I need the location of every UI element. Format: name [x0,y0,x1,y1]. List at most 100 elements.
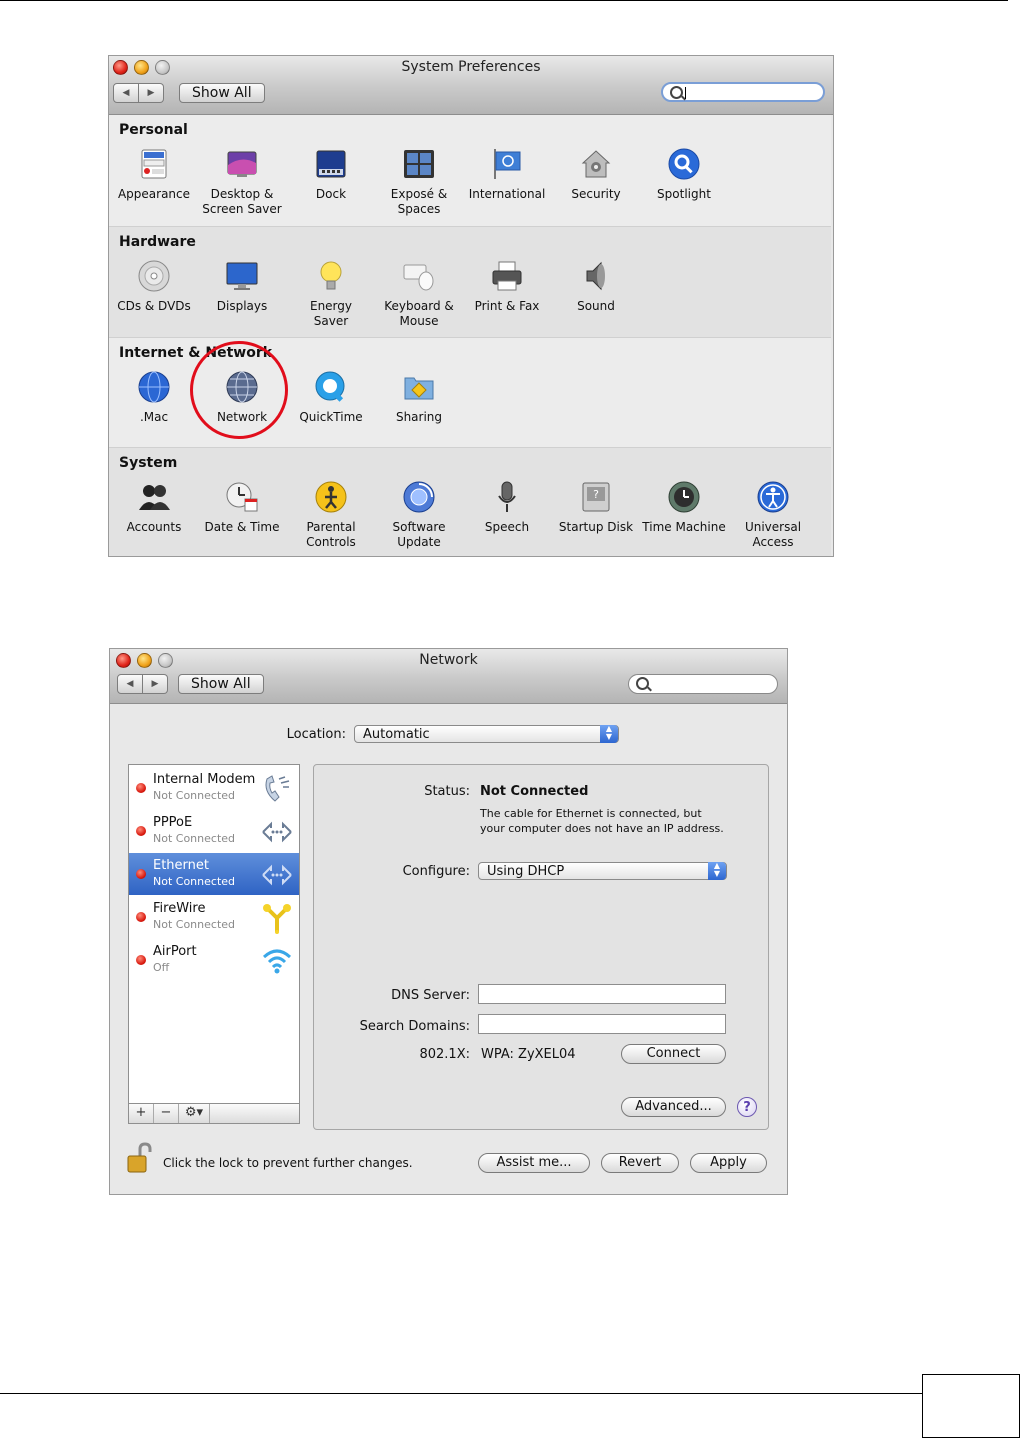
pref-label: Time Machine [642,520,726,534]
pref-sharing[interactable]: Sharing [374,370,464,425]
pref-accounts[interactable]: Accounts [109,480,199,535]
pref-parental-controls[interactable]: Parental Controls [286,480,376,550]
pref-spotlight[interactable]: Spotlight [639,147,729,202]
service-list[interactable]: Internal Modem Not Connected PPPoE Not C… [128,764,300,1104]
pref-label: Sharing [395,410,443,424]
remove-service-button[interactable]: − [154,1104,179,1123]
pref-mac[interactable]: .Mac [109,370,199,425]
quicktime-icon [315,371,345,402]
pref-label: International [468,187,546,201]
lightbulb-icon [320,261,342,290]
nav-buttons: ◀ ▶ [117,674,168,694]
pref-sound[interactable]: Sound [551,259,641,314]
forward-button[interactable]: ▶ [139,83,164,103]
system-preferences-window: System Preferences ◀ ▶ Show All Personal… [108,55,834,557]
location-select[interactable]: Automatic ▲ ▼ [354,725,619,743]
pref-speech[interactable]: Speech [462,480,552,535]
status-dot [136,955,146,965]
pref-displays[interactable]: Displays [197,259,287,314]
pref-label: Security [571,187,621,201]
time-machine-icon [668,481,700,513]
configure-select[interactable]: Using DHCP ▲ ▼ [478,862,727,880]
pref-dock[interactable]: Dock [286,147,376,202]
service-name: PPPoE [153,815,193,830]
status-description-line: your computer does not have an IP addres… [480,822,724,835]
pref-cds-dvds[interactable]: CDs & DVDs [109,259,199,314]
back-arrow-icon: ◀ [122,88,130,98]
service-list-controls: + − ⚙▾ [128,1104,300,1124]
forward-arrow-icon: ▶ [147,88,155,98]
pref-security[interactable]: Security [551,147,641,202]
window-title: Network [419,652,478,668]
back-button[interactable]: ◀ [113,83,139,103]
status-description: The cable for Ethernet is connected, but… [480,806,724,836]
show-all-button[interactable]: Show All [178,674,264,694]
search-icon [670,86,683,99]
help-button[interactable]: ? [737,1097,757,1117]
lock-open-icon[interactable] [126,1142,152,1174]
pref-international[interactable]: International [462,147,552,202]
assist-me-button[interactable]: Assist me... [478,1153,590,1173]
connect-button[interactable]: Connect [621,1044,726,1064]
service-firewire[interactable]: FireWire Not Connected [129,896,299,938]
service-airport[interactable]: AirPort Off [129,939,299,981]
service-pppoe[interactable]: PPPoE Not Connected [129,810,299,852]
add-service-button[interactable]: + [129,1104,154,1123]
highlight-circle [190,341,288,439]
pref-label: Dock [315,187,347,201]
forward-button[interactable]: ▶ [143,674,168,694]
status-dot [136,912,146,922]
ethernet-arrows-icon [262,864,292,886]
back-button[interactable]: ◀ [117,674,143,694]
pref-software-update[interactable]: Software Update [374,480,464,550]
page-top-rule [0,0,1008,1]
pref-label: QuickTime [299,410,363,424]
universal-access-icon [757,481,789,513]
sharing-folder-icon [404,377,434,400]
pref-expose-spaces[interactable]: Exposé & Spaces [374,147,464,217]
microphone-icon [498,481,516,512]
configure-label: Configure: [402,864,470,879]
pref-label: Date & Time [204,520,280,534]
service-ethernet[interactable]: Ethernet Not Connected [129,853,299,895]
pref-label: Displays [216,299,268,313]
pref-quicktime[interactable]: QuickTime [286,370,376,425]
pref-universal-access[interactable]: Universal Access [728,480,818,550]
pref-keyboard-mouse[interactable]: Keyboard & Mouse [374,259,464,329]
location-value: Automatic [363,727,430,742]
action-menu-button[interactable]: ⚙▾ [179,1104,210,1123]
keyboard-mouse-icon [403,264,434,291]
section-title: Personal [119,122,188,138]
speaker-icon [586,261,605,291]
pref-energy-saver[interactable]: Energy Saver [286,259,376,329]
section-title: Hardware [119,234,196,250]
pref-appearance[interactable]: Appearance [109,147,199,202]
pref-date-time[interactable]: Date & Time [197,480,287,535]
titlebar: Network ◀ ▶ Show All [110,649,787,704]
revert-button[interactable]: Revert [601,1153,679,1173]
printer-icon [492,261,522,291]
search-input[interactable] [661,82,825,102]
pref-desktop-screen-saver[interactable]: Desktop & Screen Saver [197,147,287,217]
nav-buttons: ◀ ▶ [113,83,164,103]
dns-server-field[interactable] [478,984,726,1004]
desktop-icon [227,151,257,177]
advanced-button[interactable]: Advanced... [621,1097,726,1117]
pref-label: Exposé & Spaces [390,187,448,216]
show-all-button[interactable]: Show All [179,83,265,103]
international-flag-icon [494,149,521,179]
dock-icon [316,150,346,178]
search-domains-field[interactable] [478,1014,726,1034]
service-status: Not Connected [153,918,236,931]
pref-label: CDs & DVDs [117,299,191,313]
pref-label: Sound [577,299,615,313]
expose-icon [404,150,434,178]
service-internal-modem[interactable]: Internal Modem Not Connected [129,767,299,809]
apply-button[interactable]: Apply [690,1153,767,1173]
pref-startup-disk[interactable]: ? Startup Disk [551,480,641,535]
wifi-icon [262,949,292,974]
pref-label: Energy Saver [309,299,352,328]
pref-time-machine[interactable]: Time Machine [639,480,729,535]
search-input[interactable] [628,674,778,694]
pref-print-fax[interactable]: Print & Fax [462,259,552,314]
